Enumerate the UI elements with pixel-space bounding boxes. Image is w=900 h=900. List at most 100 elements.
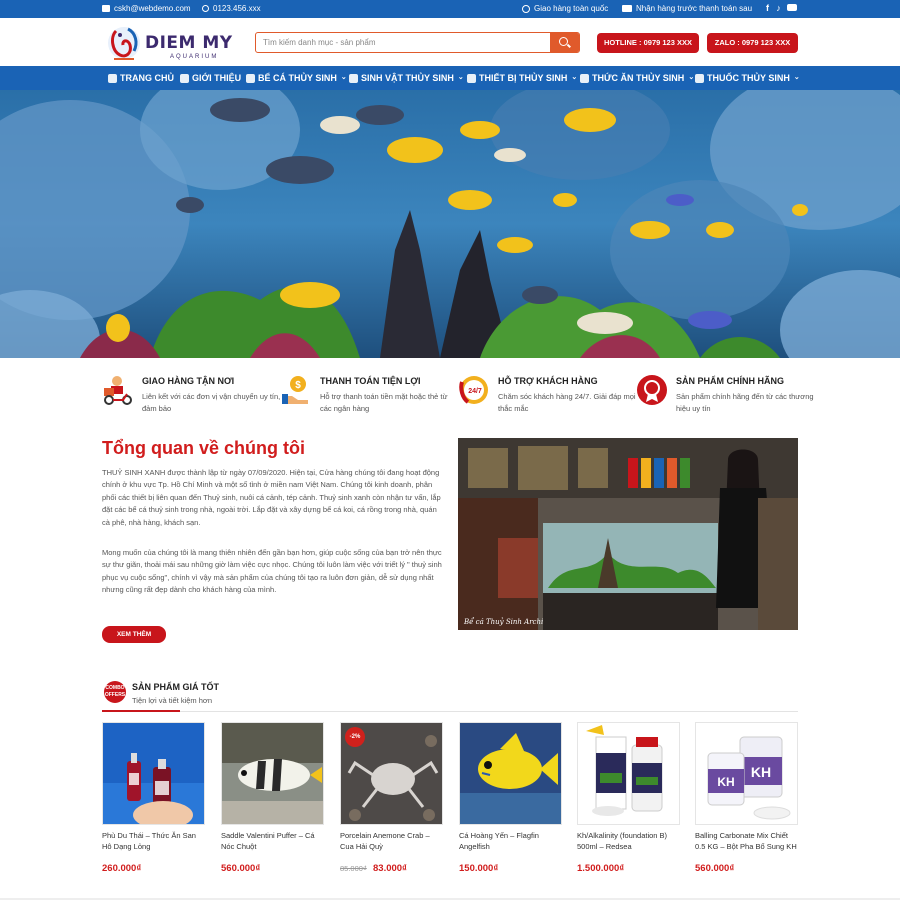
product-name[interactable]: Cá Hoàng Yến – Flagfin Angelfish bbox=[459, 830, 562, 852]
feature-title: GIAO HÀNG TẬN NƠI bbox=[142, 376, 235, 386]
nav-item-organisms[interactable]: SINH VẬT THỦY SINH ⌄ bbox=[349, 66, 464, 90]
logo-title: DIEM MY bbox=[145, 33, 233, 53]
about-section: Tổng quan về chúng tôi THUỶ SINH XANH đư… bbox=[0, 430, 900, 670]
genuine-badge-icon bbox=[637, 375, 667, 405]
image-caption: Bể cá Thuỷ Sinh Archi bbox=[464, 618, 544, 626]
product-price: 560.000₫ bbox=[221, 863, 261, 874]
product-price: 83.000₫ bbox=[373, 863, 407, 874]
product-price: 260.000₫ bbox=[102, 863, 142, 874]
about-paragraph-2: Mong muốn của chúng tôi là mang thiên nh… bbox=[102, 548, 442, 595]
logo-subtitle: AQUARIUM bbox=[170, 54, 219, 60]
seahorse-logo-icon bbox=[108, 27, 140, 60]
search-button[interactable] bbox=[550, 33, 579, 52]
feature-desc: Hỗ trợ thanh toán tiền mặt hoặc thẻ từ c… bbox=[320, 392, 448, 413]
product-card[interactable]: KH KH Balling Carbonate Mix Chiết 0.5 KG… bbox=[695, 722, 798, 882]
feature-desc: Sản phẩm chính hãng đến từ các thương hi… bbox=[676, 392, 814, 413]
product-image[interactable] bbox=[577, 722, 680, 825]
products-section-header: COMBO OFFERS SẢN PHẨM GIÁ TỐT Tiện lợi v… bbox=[0, 678, 900, 718]
about-paragraph-1: THUỶ SINH XANH được thành lập từ ngày 07… bbox=[102, 468, 441, 527]
product-card[interactable]: Cá Hoàng Yến – Flagfin Angelfish 150.000… bbox=[459, 722, 562, 882]
search-input[interactable] bbox=[256, 33, 551, 52]
topbar-shipping: Giao hàng toàn quốc bbox=[522, 4, 608, 13]
nav-item-aquarium[interactable]: BỂ CÁ THỦY SINH ⌄ bbox=[246, 66, 347, 90]
email-text: cskh@webdemo.com bbox=[114, 4, 191, 13]
hotline-button[interactable]: HOTLINE : 0979 123 XXX bbox=[597, 33, 699, 53]
product-card[interactable]: Saddle Valentini Puffer – Cá Nóc Chuột 5… bbox=[221, 722, 324, 882]
product-card[interactable]: Kh/Alkalinity (foundation B) 500ml – Red… bbox=[577, 722, 680, 882]
about-title: Tổng quan về chúng tôi bbox=[102, 438, 305, 458]
site-header: DIEM MY AQUARIUM HOTLINE : 0979 123 XXX … bbox=[0, 18, 900, 66]
topbar-phone[interactable]: 0123.456.xxx bbox=[202, 4, 261, 13]
nav-item-food[interactable]: THỨC ĂN THỦY SINH ⌄ bbox=[580, 66, 694, 90]
combo-offers-icon: COMBO OFFERS bbox=[104, 681, 126, 703]
nav-item-about[interactable]: GIỚI THIỆU bbox=[180, 66, 241, 90]
product-old-price: 85.000₫ bbox=[340, 864, 367, 873]
chevron-down-icon: ⌄ bbox=[571, 74, 578, 81]
discount-badge: -2% bbox=[345, 727, 365, 747]
delivery-icon bbox=[104, 376, 132, 405]
product-name[interactable]: Saddle Valentini Puffer – Cá Nóc Chuột bbox=[221, 830, 324, 852]
shipping-icon bbox=[522, 4, 530, 13]
tiktok-icon[interactable]: ♪ bbox=[774, 3, 783, 13]
product-image[interactable] bbox=[102, 722, 205, 825]
phone-icon bbox=[202, 5, 209, 12]
nav-item-home[interactable]: TRANG CHỦ bbox=[108, 66, 174, 90]
nav-label: THỨC ĂN THỦY SINH bbox=[592, 73, 685, 83]
product-price: 150.000₫ bbox=[459, 863, 499, 874]
product-name[interactable]: Porcelain Anemone Crab – Cua Hải Quỳ bbox=[340, 830, 443, 852]
nav-label: THUỐC THỦY SINH bbox=[707, 73, 790, 83]
feature-desc: Liên kết với các đơn vị vận chuyển uy tí… bbox=[142, 392, 281, 413]
truck-icon bbox=[622, 5, 632, 12]
payment-text: Nhận hàng trước thanh toán sau bbox=[636, 4, 753, 13]
product-card[interactable]: -2% Porcelain Anemone Crab – Cua Hải Quỳ… bbox=[340, 722, 443, 882]
about-image: Bể cá Thuỷ Sinh Archi bbox=[458, 438, 798, 630]
product-image[interactable] bbox=[221, 722, 324, 825]
medicine-icon bbox=[695, 73, 704, 83]
svg-text:$: $ bbox=[295, 380, 301, 391]
top-bar: cskh@webdemo.com 0123.456.xxx Giao hàng … bbox=[0, 0, 900, 18]
support-24-7-icon: 24/7 bbox=[459, 376, 488, 404]
topbar-payment: Nhận hàng trước thanh toán sau bbox=[622, 4, 752, 13]
aquarium-icon bbox=[246, 73, 255, 83]
feature-genuine: SẢN PHẨM CHÍNH HÃNG Sản phẩm chính hãng … bbox=[636, 374, 816, 420]
nav-item-medicine[interactable]: THUỐC THỦY SINH ⌄ bbox=[695, 66, 800, 90]
main-nav: TRANG CHỦ GIỚI THIỆU BỂ CÁ THỦY SINH ⌄ S… bbox=[0, 66, 900, 90]
nav-label: SINH VẬT THỦY SINH bbox=[361, 73, 454, 83]
product-name[interactable]: Kh/Alkalinity (foundation B) 500ml – Red… bbox=[577, 830, 680, 852]
nav-item-equipment[interactable]: THIẾT BỊ THỦY SINH ⌄ bbox=[467, 66, 577, 90]
hero-banner-image[interactable] bbox=[0, 90, 900, 358]
svg-text:KH: KH bbox=[717, 775, 734, 789]
chevron-down-icon: ⌄ bbox=[793, 74, 800, 81]
feature-delivery: GIAO HÀNG TẬN NƠI Liên kết với các đơn v… bbox=[102, 374, 282, 420]
section-divider bbox=[180, 710, 798, 712]
home-icon bbox=[108, 73, 117, 83]
feature-desc: Chăm sóc khách hàng 24/7. Giải đáp mọi t… bbox=[498, 392, 636, 413]
product-name[interactable]: Phù Du Thái – Thức Ăn San Hô Dạng Lỏng bbox=[102, 830, 205, 852]
svg-text:24/7: 24/7 bbox=[468, 388, 482, 395]
product-image[interactable] bbox=[459, 722, 562, 825]
chevron-down-icon: ⌄ bbox=[457, 74, 464, 81]
feature-support: 24/7 HỖ TRỢ KHÁCH HÀNG Chăm sóc khách hà… bbox=[458, 374, 638, 420]
mail-icon bbox=[102, 5, 110, 12]
product-card[interactable]: Phù Du Thái – Thức Ăn San Hô Dạng Lỏng 2… bbox=[102, 722, 205, 882]
product-image[interactable]: -2% bbox=[340, 722, 443, 825]
youtube-icon[interactable] bbox=[787, 4, 797, 11]
feature-payment: $ THANH TOÁN TIỆN LỢI Hỗ trợ thanh toán … bbox=[280, 374, 460, 420]
feature-title: SẢN PHẨM CHÍNH HÃNG bbox=[676, 376, 784, 386]
features-strip: GIAO HÀNG TẬN NƠI Liên kết với các đơn v… bbox=[0, 360, 900, 420]
filter-icon bbox=[467, 73, 476, 83]
search-bar bbox=[255, 32, 580, 53]
facebook-icon[interactable]: f bbox=[763, 3, 772, 13]
payment-icon: $ bbox=[282, 376, 308, 404]
read-more-button[interactable]: XEM THÊM bbox=[102, 626, 166, 643]
chevron-down-icon: ⌄ bbox=[688, 74, 695, 81]
site-logo[interactable]: DIEM MY AQUARIUM bbox=[106, 23, 232, 63]
product-image[interactable]: KH KH bbox=[695, 722, 798, 825]
section-subtitle: Tiện lợi và tiết kiệm hơn bbox=[132, 696, 213, 705]
feature-title: THANH TOÁN TIỆN LỢI bbox=[320, 376, 421, 386]
phone-text: 0123.456.xxx bbox=[213, 4, 261, 13]
zalo-button[interactable]: ZALO : 0979 123 XXX bbox=[707, 33, 798, 53]
product-name[interactable]: Balling Carbonate Mix Chiết 0.5 KG – Bột… bbox=[695, 830, 798, 852]
topbar-email[interactable]: cskh@webdemo.com bbox=[102, 4, 191, 13]
nav-label: GIỚI THIỆU bbox=[192, 73, 242, 83]
